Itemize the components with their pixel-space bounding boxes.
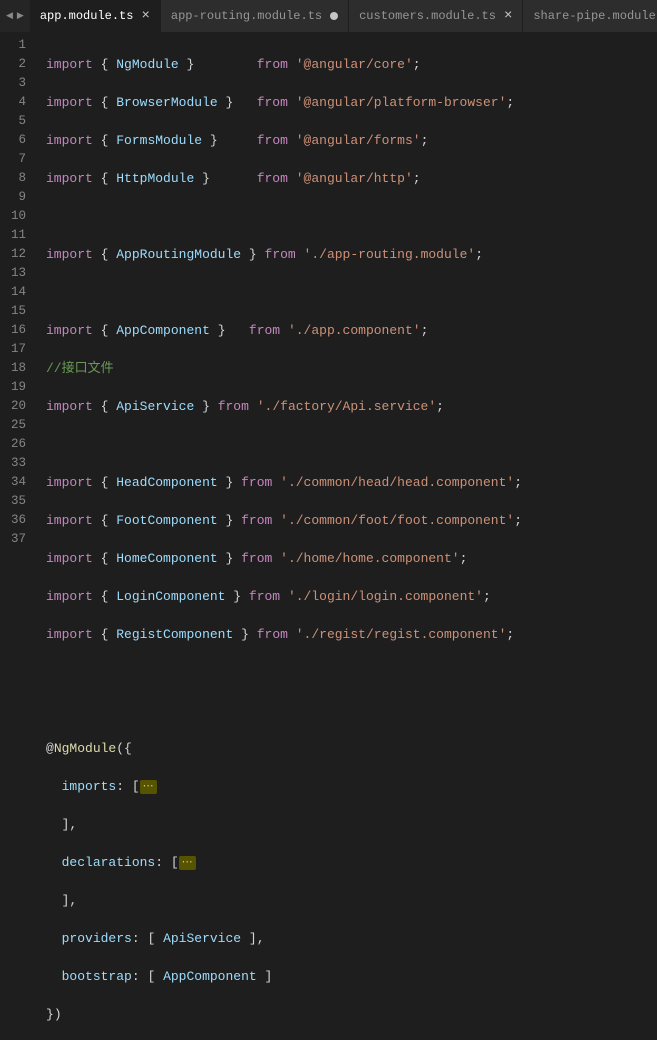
code-line (46, 701, 657, 720)
code-line (46, 663, 657, 682)
line-number: 20 (0, 397, 26, 416)
code-line: declarations: [⋯ (46, 853, 657, 872)
line-number: 4 (0, 93, 26, 112)
code-line: bootstrap: [ AppComponent ] (46, 967, 657, 986)
line-number: 36 (0, 511, 26, 530)
close-icon[interactable]: × (141, 9, 149, 23)
code-line: import { AppComponent } from './app.comp… (46, 321, 657, 340)
line-number: 15 (0, 302, 26, 321)
code-line: import { HeadComponent } from './common/… (46, 473, 657, 492)
tab-label: app-routing.module.ts (171, 9, 322, 23)
line-number: 37 (0, 530, 26, 549)
code-line: import { BrowserModule } from '@angular/… (46, 93, 657, 112)
close-icon[interactable]: × (504, 9, 512, 23)
line-number: 35 (0, 492, 26, 511)
tab-nav: ◀ ▶ (0, 0, 30, 32)
code-line: //接口文件 (46, 359, 657, 378)
line-number: 7 (0, 150, 26, 169)
line-number: 5 (0, 112, 26, 131)
tab-app-module[interactable]: app.module.ts × (30, 0, 161, 32)
editor: 1 2 3 4 5 6 7 8 9 10 11 12 13 14 15 16 1… (0, 32, 657, 520)
line-number: 10 (0, 207, 26, 226)
line-number: 1 (0, 36, 26, 55)
code-line (46, 283, 657, 302)
code-line (46, 435, 657, 454)
line-number: 13 (0, 264, 26, 283)
code-line: ], (46, 815, 657, 834)
code-line: import { ApiService } from './factory/Ap… (46, 397, 657, 416)
code-line: }) (46, 1005, 657, 1024)
line-number: 14 (0, 283, 26, 302)
line-number: 8 (0, 169, 26, 188)
code-line: import { HttpModule } from '@angular/htt… (46, 169, 657, 188)
line-number: 2 (0, 55, 26, 74)
code-line: @NgModule({ (46, 739, 657, 758)
line-number: 26 (0, 435, 26, 454)
tab-bar: ◀ ▶ app.module.ts × app-routing.module.t… (0, 0, 657, 32)
code-line (46, 207, 657, 226)
code-line: import { RegistComponent } from './regis… (46, 625, 657, 644)
tab-prev-icon[interactable]: ◀ (4, 11, 15, 21)
line-number: 19 (0, 378, 26, 397)
code-line: import { FormsModule } from '@angular/fo… (46, 131, 657, 150)
line-number: 25 (0, 416, 26, 435)
line-number: 18 (0, 359, 26, 378)
tab-customers-module[interactable]: customers.module.ts × (349, 0, 523, 32)
code-line: import { AppRoutingModule } from './app-… (46, 245, 657, 264)
tab-label: share-pipe.module.ts (533, 9, 657, 23)
tab-label: customers.module.ts (359, 9, 496, 23)
line-number: 12 (0, 245, 26, 264)
gutter: 1 2 3 4 5 6 7 8 9 10 11 12 13 14 15 16 1… (0, 32, 38, 520)
fold-marker-icon[interactable]: ⋯ (179, 856, 196, 870)
code-line: providers: [ ApiService ], (46, 929, 657, 948)
line-number: 6 (0, 131, 26, 150)
fold-marker-icon[interactable]: ⋯ (140, 780, 157, 794)
line-number: 16 (0, 321, 26, 340)
line-number: 17 (0, 340, 26, 359)
code-line: imports: [⋯ (46, 777, 657, 796)
line-number: 11 (0, 226, 26, 245)
tab-share-pipe-module[interactable]: share-pipe.module.ts × (523, 0, 657, 32)
line-number: 3 (0, 74, 26, 93)
tab-next-icon[interactable]: ▶ (15, 11, 26, 21)
code-line: import { LoginComponent } from './login/… (46, 587, 657, 606)
code-line: import { NgModule } from '@angular/core'… (46, 55, 657, 74)
tab-app-routing-module[interactable]: app-routing.module.ts (161, 0, 349, 32)
tab-label: app.module.ts (40, 9, 134, 23)
line-number: 34 (0, 473, 26, 492)
line-number: 9 (0, 188, 26, 207)
code-line: ], (46, 891, 657, 910)
line-number: 33 (0, 454, 26, 473)
code-area[interactable]: import { NgModule } from '@angular/core'… (38, 32, 657, 520)
dirty-indicator-icon (330, 12, 338, 20)
code-line: import { FootComponent } from './common/… (46, 511, 657, 530)
code-line: import { HomeComponent } from './home/ho… (46, 549, 657, 568)
